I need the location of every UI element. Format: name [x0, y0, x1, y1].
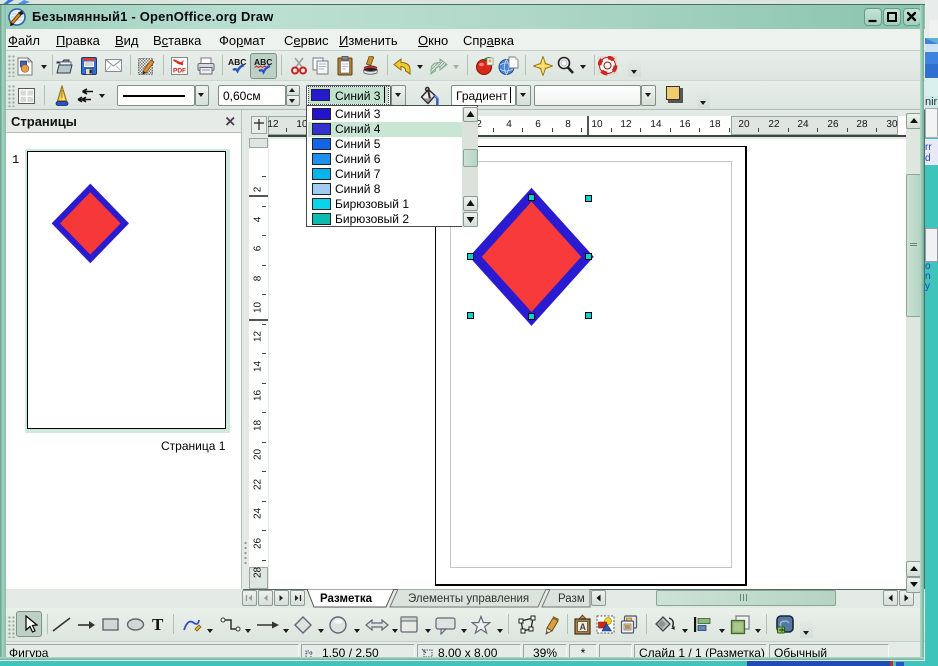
- svg-text:Разм: Разм: [558, 593, 585, 605]
- svg-text:PDF: PDF: [173, 68, 186, 75]
- svg-text:A: A: [580, 622, 587, 632]
- svg-text:Разметка: Разметка: [320, 593, 373, 605]
- svg-text:Элементы управления: Элементы управления: [408, 593, 529, 605]
